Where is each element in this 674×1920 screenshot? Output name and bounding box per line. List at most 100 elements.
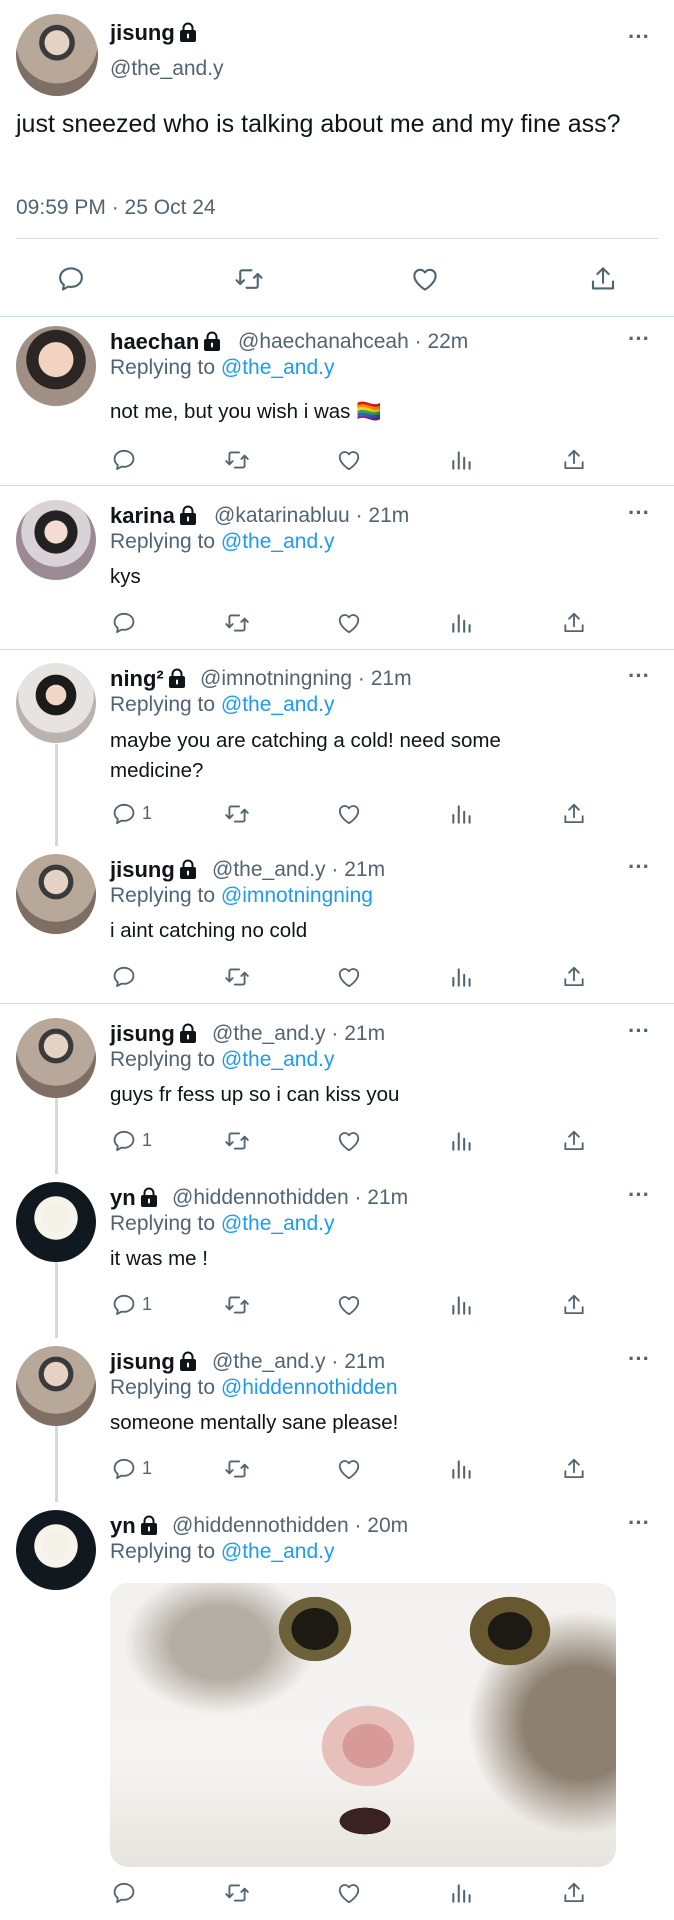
retweet-icon[interactable] (224, 964, 250, 990)
more-icon[interactable]: ··· (628, 500, 650, 526)
views-icon[interactable] (449, 1292, 475, 1318)
user-handle[interactable]: @the_and.y · 21m (212, 1350, 385, 1374)
reply-icon[interactable] (56, 264, 86, 294)
reply-icon[interactable] (111, 1880, 137, 1906)
like-icon[interactable] (336, 610, 362, 636)
like-icon[interactable] (336, 801, 362, 827)
like-icon[interactable] (336, 1292, 362, 1318)
reply-mention-link[interactable]: @the_and.y (221, 356, 335, 379)
reply-mention-link[interactable]: @the_and.y (221, 530, 335, 553)
reply-icon[interactable] (111, 964, 137, 990)
media-image-cat[interactable] (110, 1583, 616, 1867)
views-icon[interactable] (449, 1456, 475, 1482)
views-icon[interactable] (449, 610, 475, 636)
avatar[interactable] (16, 663, 96, 743)
tweet-text: i aint catching no cold (110, 919, 308, 942)
tweet-text: not me, but you wish i was 🏳️‍🌈 (110, 400, 382, 423)
user-handle[interactable]: @katarinabluu · 21m (214, 504, 409, 528)
display-name[interactable]: jisung (110, 1021, 197, 1047)
share-icon[interactable] (561, 610, 587, 636)
more-icon[interactable]: ··· (628, 1018, 650, 1044)
display-name[interactable]: yn (110, 1513, 158, 1539)
reply-mention-link[interactable]: @imnotningning (221, 884, 373, 907)
retweet-icon[interactable] (224, 1880, 250, 1906)
more-icon[interactable]: ··· (628, 854, 650, 880)
reply-mention-link[interactable]: @hiddennothidden (221, 1376, 398, 1399)
reply-count: 1 (142, 1294, 153, 1314)
share-icon[interactable] (561, 1456, 587, 1482)
reply-mention-link[interactable]: @the_and.y (221, 693, 335, 716)
like-icon[interactable] (336, 447, 362, 473)
views-icon[interactable] (449, 1880, 475, 1906)
display-name[interactable]: ning² (110, 666, 186, 692)
tweet-timestamp[interactable]: 09:59 PM · 25 Oct 24 (16, 196, 216, 220)
user-handle[interactable]: @the_and.y (110, 57, 224, 81)
share-icon[interactable] (588, 264, 618, 294)
user-handle[interactable]: @hiddennothidden · 20m (172, 1514, 408, 1538)
like-icon[interactable] (336, 1880, 362, 1906)
views-icon[interactable] (449, 1128, 475, 1154)
replying-to: Replying to @the_and.y (110, 1212, 334, 1236)
views-icon[interactable] (449, 801, 475, 827)
display-name[interactable]: jisung (110, 20, 197, 46)
reply-icon[interactable] (111, 447, 137, 473)
avatar[interactable] (16, 500, 96, 580)
retweet-icon[interactable] (224, 1456, 250, 1482)
retweet-icon[interactable] (224, 801, 250, 827)
retweet-icon[interactable] (224, 610, 250, 636)
divider (0, 1003, 674, 1004)
reply-icon[interactable] (111, 1128, 137, 1154)
avatar[interactable] (16, 1510, 96, 1590)
share-icon[interactable] (561, 447, 587, 473)
more-icon[interactable]: ··· (628, 1510, 650, 1536)
reply-icon[interactable] (111, 1456, 137, 1482)
like-icon[interactable] (336, 1128, 362, 1154)
display-name-text: ning² (110, 666, 164, 691)
display-name[interactable]: jisung (110, 857, 197, 883)
retweet-icon[interactable] (234, 264, 264, 294)
views-icon[interactable] (449, 964, 475, 990)
display-name[interactable]: yn (110, 1185, 158, 1211)
display-name[interactable]: jisung (110, 1349, 197, 1375)
reply-icon[interactable] (111, 610, 137, 636)
user-handle[interactable]: @haechanahceah · 22m (238, 330, 468, 354)
avatar[interactable] (16, 854, 96, 934)
divider (0, 649, 674, 650)
retweet-icon[interactable] (224, 447, 250, 473)
more-icon[interactable]: ··· (628, 1182, 650, 1208)
avatar[interactable] (16, 1182, 96, 1262)
like-icon[interactable] (410, 264, 440, 294)
avatar[interactable] (16, 14, 98, 96)
display-name[interactable]: haechan (110, 329, 221, 355)
reply-icon[interactable] (111, 801, 137, 827)
views-icon[interactable] (449, 447, 475, 473)
avatar[interactable] (16, 1346, 96, 1426)
more-icon[interactable]: ··· (628, 24, 650, 50)
retweet-icon[interactable] (224, 1128, 250, 1154)
reply-mention-link[interactable]: @the_and.y (221, 1212, 335, 1235)
avatar[interactable] (16, 326, 96, 406)
share-icon[interactable] (561, 1128, 587, 1154)
user-handle[interactable]: @the_and.y · 21m (212, 1022, 385, 1046)
user-handle[interactable]: @the_and.y · 21m (212, 858, 385, 882)
share-icon[interactable] (561, 964, 587, 990)
share-icon[interactable] (561, 1292, 587, 1318)
share-icon[interactable] (561, 1880, 587, 1906)
share-icon[interactable] (561, 801, 587, 827)
reply-mention-link[interactable]: @the_and.y (221, 1540, 335, 1563)
reply-mention-link[interactable]: @the_and.y (221, 1048, 335, 1071)
user-handle[interactable]: @hiddennothidden · 21m (172, 1186, 408, 1210)
like-icon[interactable] (336, 964, 362, 990)
more-icon[interactable]: ··· (628, 663, 650, 689)
user-handle[interactable]: @imnotningning · 21m (200, 667, 412, 691)
replying-prefix: Replying to (110, 530, 216, 553)
avatar[interactable] (16, 1018, 96, 1098)
tweet-text: kys (110, 565, 141, 588)
display-name-text: haechan (110, 329, 200, 354)
more-icon[interactable]: ··· (628, 1346, 650, 1372)
retweet-icon[interactable] (224, 1292, 250, 1318)
reply-icon[interactable] (111, 1292, 137, 1318)
more-icon[interactable]: ··· (628, 326, 650, 352)
like-icon[interactable] (336, 1456, 362, 1482)
display-name[interactable]: karina (110, 503, 197, 529)
